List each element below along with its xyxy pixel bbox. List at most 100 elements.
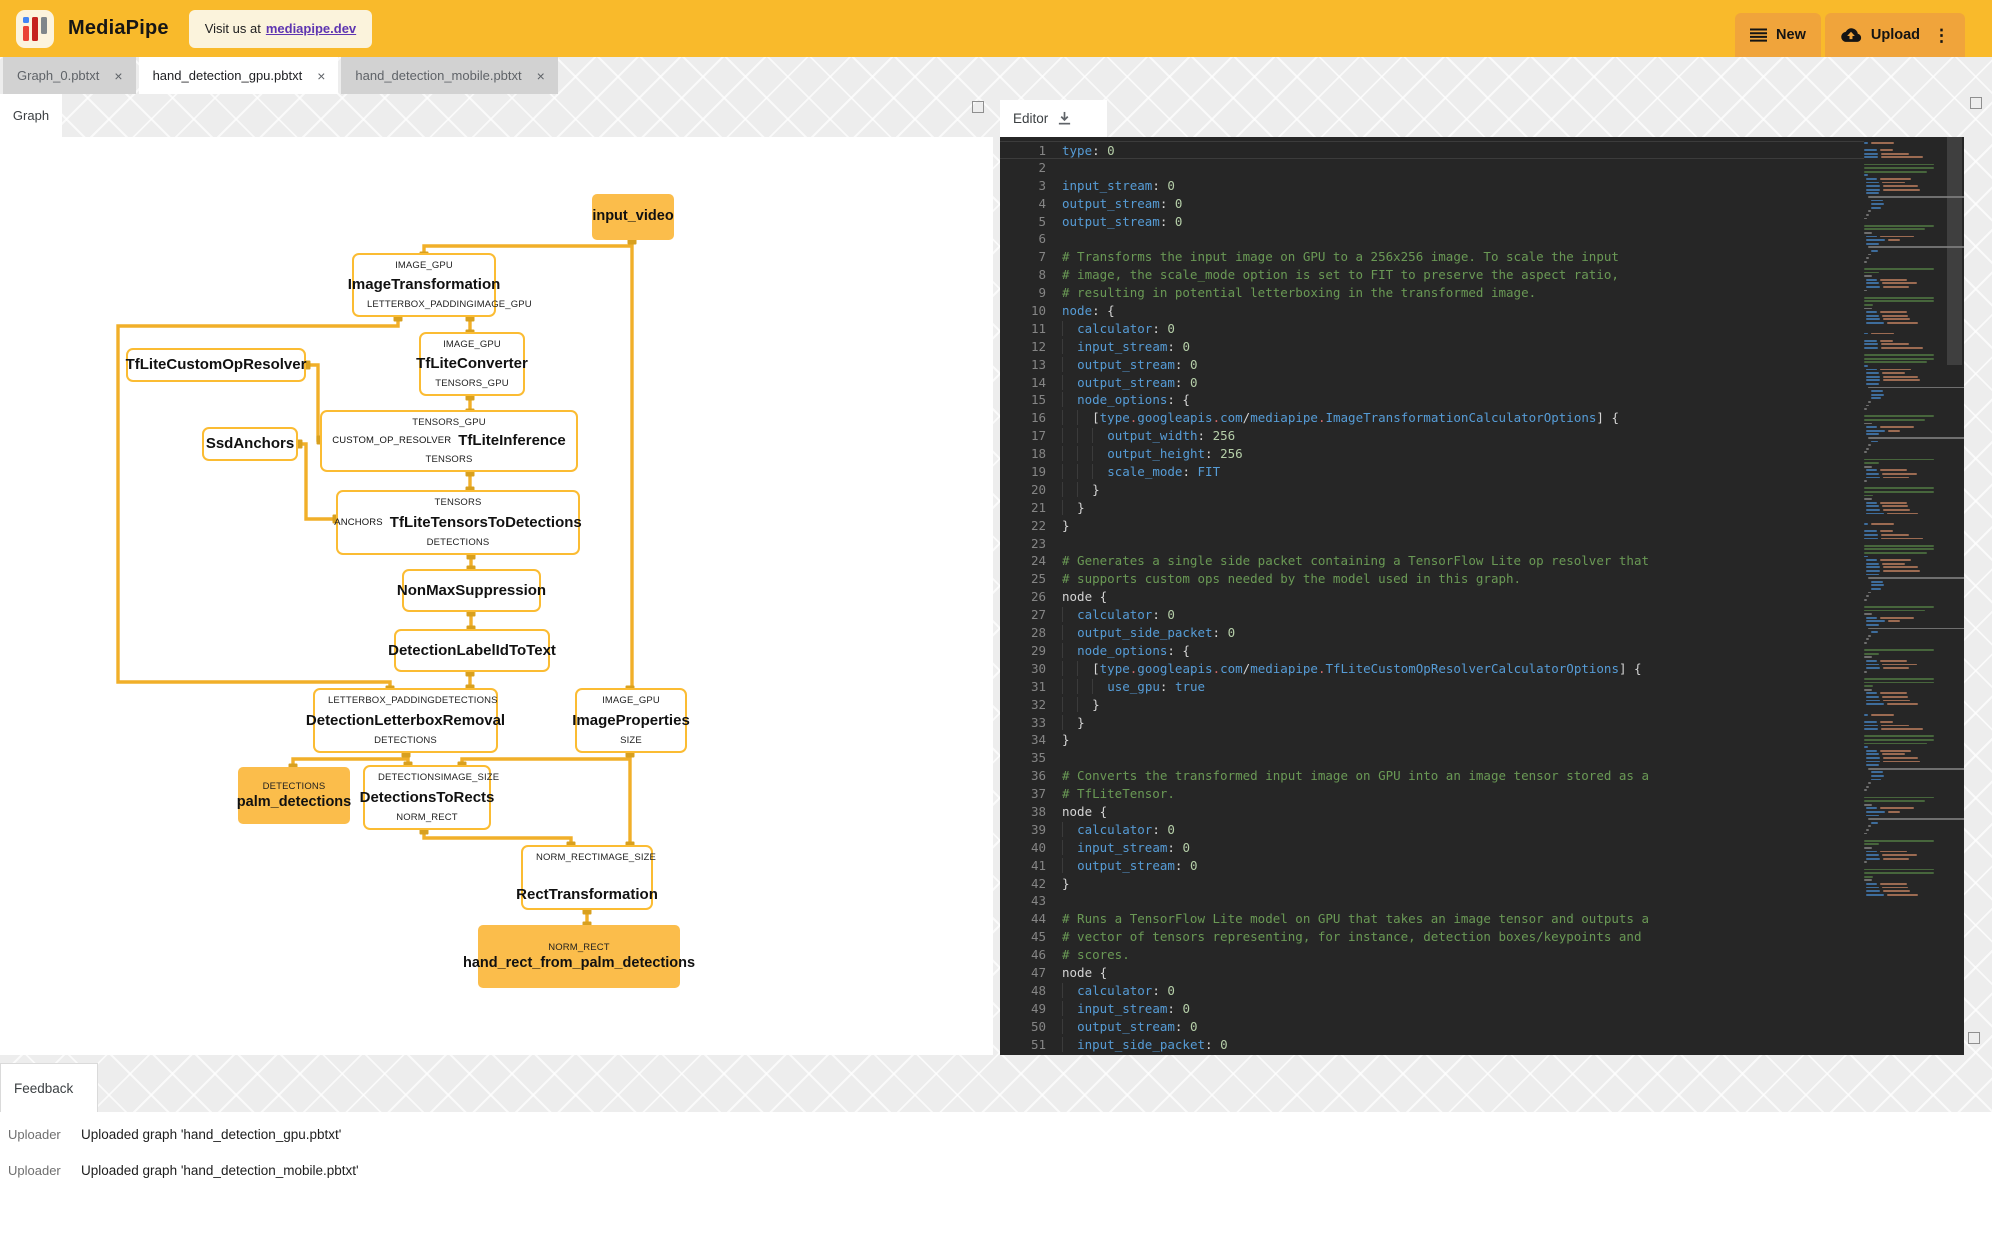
expand-editor-icon[interactable] [1970,97,1982,109]
graph-node-image_properties[interactable]: IMAGE_GPU ImageProperties SIZE [575,688,687,753]
feedback-source: Uploader [8,1163,73,1178]
code-line: 24 # Generates a single side packet conta… [1000,552,1864,570]
upload-button[interactable]: Upload ⋮ [1825,13,1965,57]
feedback-row: Uploader Uploaded graph 'hand_detection_g… [8,1127,1992,1142]
graph-node-image_transformation[interactable]: IMAGE_GPU ImageTransformation LETTERBOX_PA… [352,253,496,317]
port-label: TENSORS_GPU [412,417,485,428]
graph-node-ssd_anchors[interactable]: SsdAnchors [202,427,298,461]
node-name: input_video [592,209,673,224]
port-label: LETTERBOX_PADDING [367,299,474,310]
tab-graph[interactable]: Graph [0,94,62,137]
tab-label: Graph_0.pbtxt [17,68,99,83]
node-name: SsdAnchors [206,436,294,452]
app: MediaPipe Visit us at mediapipe.dev New … [0,0,1992,1242]
code-line: 17 output_width: 256 [1000,427,1864,445]
cloud-upload-icon [1840,27,1862,43]
code-line: 19 scale_mode: FIT [1000,463,1864,481]
graph-node-detections_to_rects[interactable]: DETECTIONS IMAGE_SIZE DetectionsToRects NOR… [363,765,491,830]
mediapipe-dev-link[interactable]: mediapipe.dev [266,21,356,36]
code-line: 33 } [1000,714,1864,732]
graph-node-tflite_inference[interactable]: TENSORS_GPU CUSTOM_OP_RESOLVER TfLiteInfer… [320,410,578,472]
port-label-row: SIZE [581,735,681,746]
node-name: hand_rect_from_palm_detections [463,956,695,971]
menu-lines-icon [1750,28,1767,42]
code-line: 15 node_options: { [1000,391,1864,409]
code-line: 22} [1000,517,1864,535]
header: MediaPipe Visit us at mediapipe.dev New … [0,0,1992,57]
mediapipe-logo-icon [16,10,54,48]
graph-node-tflite_converter[interactable]: IMAGE_GPU TfLiteConverter TENSORS_GPU [419,332,525,396]
node-name: TfLiteTensorsToDetections [390,515,582,531]
document-tab-hand_detection_mobile.pbtxt[interactable]: hand_detection_mobile.pbtxt × [341,57,557,94]
scrollbar-thumb[interactable] [1947,137,1962,365]
code-area[interactable]: 1 type: 0 2 3 input_stream: 0 4 output_str… [1000,137,1864,1055]
tab-close-icon[interactable]: × [111,68,125,84]
download-icon[interactable] [1057,111,1072,126]
code-line: 27 calculator: 0 [1000,606,1864,624]
port-label-row: IMAGE_GPU [425,339,519,350]
graph-node-detection_letterbox_removal[interactable]: LETTERBOX_PADDING DETECTIONS DetectionLett… [313,688,498,753]
expand-feedback-icon[interactable] [1968,1032,1980,1044]
document-tabbar: Graph_0.pbtxt × hand_detection_gpu.pbtxt × h… [0,57,561,94]
document-tab-Graph_0.pbtxt[interactable]: Graph_0.pbtxt × [3,57,136,94]
node-name-row: TfLiteConverter [425,356,519,372]
graph-node-palm_detections[interactable]: DETECTIONS palm_detections [238,767,350,824]
port-label: IMAGE_SIZE [598,852,657,863]
graph-node-tflite_custom_op_resolver[interactable]: TfLiteCustomOpResolver [126,348,306,382]
graph-node-hand_rect_from_palm_detections[interactable]: NORM_RECT hand_rect_from_palm_detections [478,925,680,988]
feedback-source: Uploader [8,1127,73,1142]
code-line: 1 type: 0 [1000,141,1864,159]
graph-node-detection_label_id_to_text[interactable]: DetectionLabelIdToText [394,629,550,672]
node-name: DetectionsToRects [360,790,495,806]
graph-node-non_max_suppression[interactable]: NonMaxSuppression [402,569,541,612]
tab-editor[interactable]: Editor [1000,100,1107,137]
visit-prefix: Visit us at [205,21,261,36]
port-label: ANCHORS [334,518,383,528]
port-label: IMAGE_GPU [395,260,453,271]
port-label-row: IMAGE_GPU [581,695,681,706]
node-name-row: TfLiteCustomOpResolver [132,357,300,373]
node-name: DetectionLetterboxRemoval [306,713,505,729]
node-name: RectTransformation [516,887,658,903]
tab-close-icon[interactable]: × [534,68,548,84]
code-line: 44 # Runs a TensorFlow Lite model on GPU … [1000,910,1864,928]
port-label: CUSTOM_OP_RESOLVER [332,436,451,446]
port-label: DETECTIONS [435,695,498,706]
new-button[interactable]: New [1735,13,1821,57]
tab-label: hand_detection_mobile.pbtxt [355,68,521,83]
feedback-message: Uploaded graph 'hand_detection_gpu.pbtxt… [81,1127,341,1142]
port-label: TENSORS [435,497,482,508]
code-line: 46 # scores. [1000,946,1864,964]
code-line: 20 } [1000,481,1864,499]
port-label: DETECTIONS [263,781,326,792]
graph-node-tflite_tensors_to_detections[interactable]: TENSORS ANCHORS TfLiteTensorsToDetections D… [336,490,580,555]
code-line: 34} [1000,731,1864,749]
port-label: TENSORS_GPU [435,378,508,389]
graph-node-input_video[interactable]: input_video [592,194,674,240]
feedback-message: Uploaded graph 'hand_detection_mobile.pb… [81,1163,359,1178]
graph-node-rect_transformation[interactable]: NORM_RECT IMAGE_SIZE RectTransformation [521,845,653,910]
node-name-row: DetectionLetterboxRemoval [319,713,492,729]
code-line: 11 calculator: 0 [1000,320,1864,338]
code-line: 6 [1000,230,1864,248]
code-line: 41 output_stream: 0 [1000,857,1864,875]
tab-close-icon[interactable]: × [314,68,328,84]
code-line: 21 } [1000,499,1864,517]
port-label: IMAGE_GPU [474,299,532,310]
code-line: 50 output_stream: 0 [1000,1018,1864,1036]
node-name-row: RectTransformation [527,887,647,903]
code-line: 7 # Transforms the input image on GPU to … [1000,248,1864,266]
code-line: 32 } [1000,696,1864,714]
editor-scrollbar[interactable] [1944,137,1964,1055]
code-line: 9 # resulting in potential letterboxing i… [1000,284,1864,302]
expand-graph-icon[interactable] [972,101,984,113]
feedback-panel: Uploader Uploaded graph 'hand_detection_g… [0,1112,1992,1242]
port-label-row: IMAGE_GPU [358,260,490,271]
minimap[interactable] [1864,137,1943,1055]
upload-menu-icon[interactable]: ⋮ [1929,27,1950,44]
tab-feedback[interactable]: Feedback [0,1063,98,1112]
port-label-row: NORM_RECT [369,812,485,823]
code-editor[interactable]: 1 type: 0 2 3 input_stream: 0 4 output_str… [1000,137,1964,1055]
code-line: 51 input_side_packet: 0 [1000,1036,1864,1054]
document-tab-hand_detection_gpu.pbtxt[interactable]: hand_detection_gpu.pbtxt × [139,57,339,94]
